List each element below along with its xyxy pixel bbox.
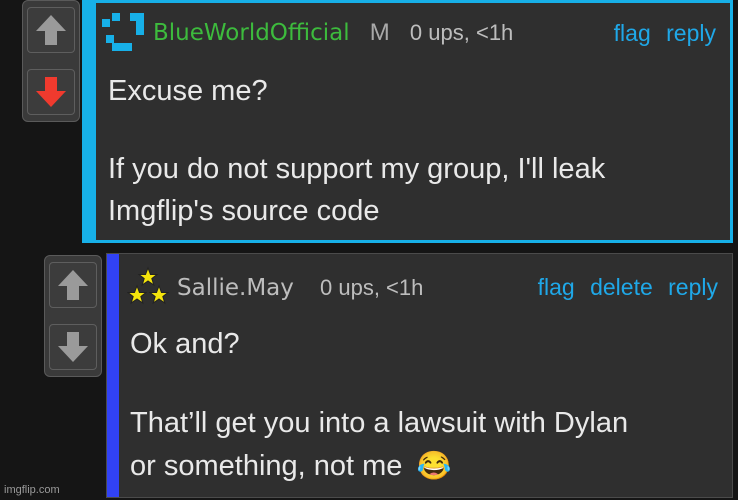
comment-accent-strip: [85, 3, 96, 240]
vote-column: [44, 255, 102, 377]
reply-link[interactable]: reply: [666, 20, 716, 46]
vote-column: [22, 0, 80, 122]
username-link[interactable]: Sallie.May: [177, 275, 294, 301]
delete-link[interactable]: delete: [590, 274, 653, 300]
comment: Sallie.May 0 ups, <1h flag delete reply …: [106, 253, 733, 498]
comment-body-line: Excuse me?: [108, 75, 268, 107]
comment-body-text: or something, not me: [130, 450, 403, 482]
comment-header: BlueWorldOfficial M 0 ups, <1h: [153, 19, 513, 47]
comment-body-line: Ok and?: [130, 328, 240, 360]
comment-accent-strip: [107, 254, 119, 497]
comment-stats: 0 ups, <1h: [320, 275, 424, 300]
laughing-emoji: 😂: [416, 450, 452, 481]
user-avatar-icon: [102, 13, 144, 51]
downvote-button[interactable]: [49, 324, 97, 370]
flag-link[interactable]: flag: [614, 20, 651, 46]
comment-body-line: Imgflip's source code: [108, 195, 380, 227]
comment-body-line: or something, not me 😂: [130, 447, 451, 485]
user-rank: M: [369, 19, 390, 46]
comment-body-line: That’ll get you into a lawsuit with Dyla…: [130, 407, 629, 439]
stars-badge-icon: [127, 266, 169, 305]
comment-stats: 0 ups, <1h: [409, 20, 514, 45]
downvote-button[interactable]: [27, 69, 75, 115]
down-arrow-icon: [58, 332, 88, 362]
flag-link[interactable]: flag: [538, 274, 575, 300]
comment: BlueWorldOfficial M 0 ups, <1h flag repl…: [82, 0, 733, 243]
comment-actions: flag reply: [605, 20, 716, 47]
up-arrow-icon: [58, 270, 88, 300]
upvote-button[interactable]: [27, 7, 75, 53]
comment-body-line: If you do not support my group, I'll lea…: [108, 153, 606, 185]
watermark: imgflip.com: [4, 484, 60, 496]
reply-link[interactable]: reply: [668, 274, 718, 300]
comment-header: Sallie.May 0 ups, <1h: [177, 275, 423, 301]
upvote-button[interactable]: [49, 262, 97, 308]
username-link[interactable]: BlueWorldOfficial: [153, 20, 350, 46]
up-arrow-icon: [36, 15, 66, 45]
down-arrow-icon: [36, 77, 66, 107]
comment-actions: flag delete reply: [529, 274, 718, 301]
